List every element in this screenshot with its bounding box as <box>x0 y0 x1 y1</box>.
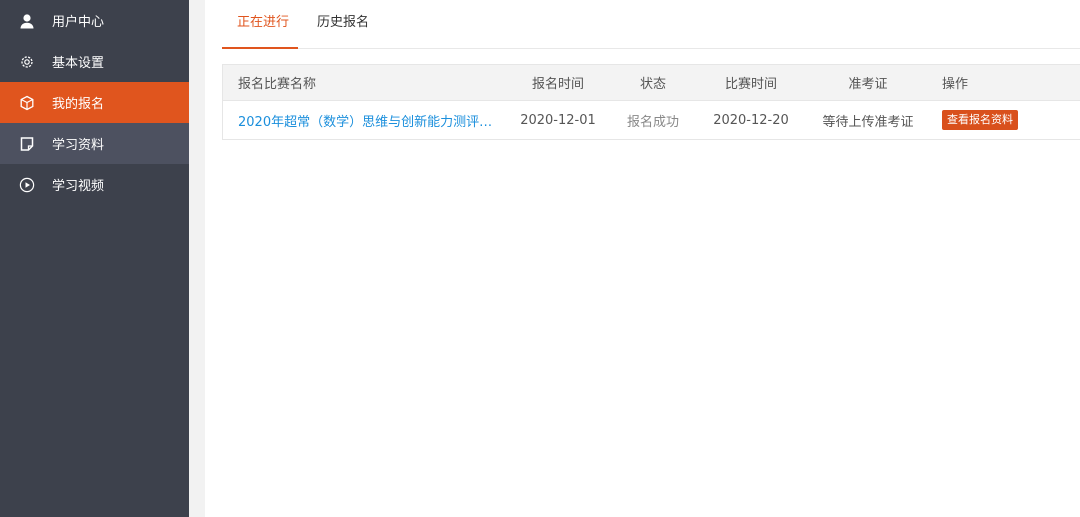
tab-history[interactable]: 历史报名 <box>317 0 387 49</box>
box-icon <box>18 94 36 112</box>
sidebar-item-label: 我的报名 <box>52 97 105 112</box>
ticket-status: 等待上传准考证 <box>822 114 914 130</box>
signup-time: 2020-12-01 <box>520 112 596 128</box>
user-icon <box>18 12 36 30</box>
tab-in-progress[interactable]: 正在进行 <box>222 0 298 49</box>
status-text: 报名成功 <box>626 114 679 130</box>
sidebar-item-label: 学习视频 <box>52 179 105 194</box>
registration-table: 报名比赛名称 报名时间 状态 比赛时间 准考证 操作 2020年超常（数学）思维… <box>222 64 1080 140</box>
contest-time: 2020-12-20 <box>713 112 789 128</box>
table-header: 报名比赛名称 报名时间 状态 比赛时间 准考证 操作 <box>223 65 1080 101</box>
contest-name-link[interactable]: 2020年超常（数学）思维与创新能力测评… <box>238 101 492 139</box>
sidebar-item-user-center[interactable]: 用户中心 <box>0 0 189 41</box>
sidebar-item-label: 基本设置 <box>52 56 105 71</box>
header-status: 状态 <box>639 77 666 92</box>
app-root: 用户中心 基本设置 我的报名 学习资料 学习视频 正在进行 历史报名 报名比赛名… <box>0 0 1080 517</box>
sidebar-item-label: 用户中心 <box>52 15 105 30</box>
sidebar: 用户中心 基本设置 我的报名 学习资料 学习视频 <box>0 0 189 517</box>
play-circle-icon <box>18 176 36 194</box>
sidebar-item-study-videos[interactable]: 学习视频 <box>0 164 189 205</box>
header-contest-time: 比赛时间 <box>724 77 777 92</box>
sidebar-item-basic-settings[interactable]: 基本设置 <box>0 41 189 82</box>
sidebar-item-label: 学习资料 <box>52 138 105 153</box>
main-content: 正在进行 历史报名 报名比赛名称 报名时间 状态 比赛时间 准考证 操作 202… <box>205 0 1080 517</box>
sidebar-item-my-registration[interactable]: 我的报名 <box>0 82 189 123</box>
header-ticket: 准考证 <box>848 77 888 92</box>
tab-bar: 正在进行 历史报名 <box>222 0 1080 49</box>
header-signup-time: 报名时间 <box>531 77 584 92</box>
header-name: 报名比赛名称 <box>238 77 317 92</box>
sidebar-item-study-materials[interactable]: 学习资料 <box>0 123 189 164</box>
view-registration-button[interactable]: 查看报名资料 <box>942 110 1018 130</box>
header-action: 操作 <box>942 77 969 92</box>
document-icon <box>18 135 36 153</box>
table-row: 2020年超常（数学）思维与创新能力测评… 2020-12-01 报名成功 20… <box>223 101 1080 139</box>
gear-icon <box>18 53 36 71</box>
